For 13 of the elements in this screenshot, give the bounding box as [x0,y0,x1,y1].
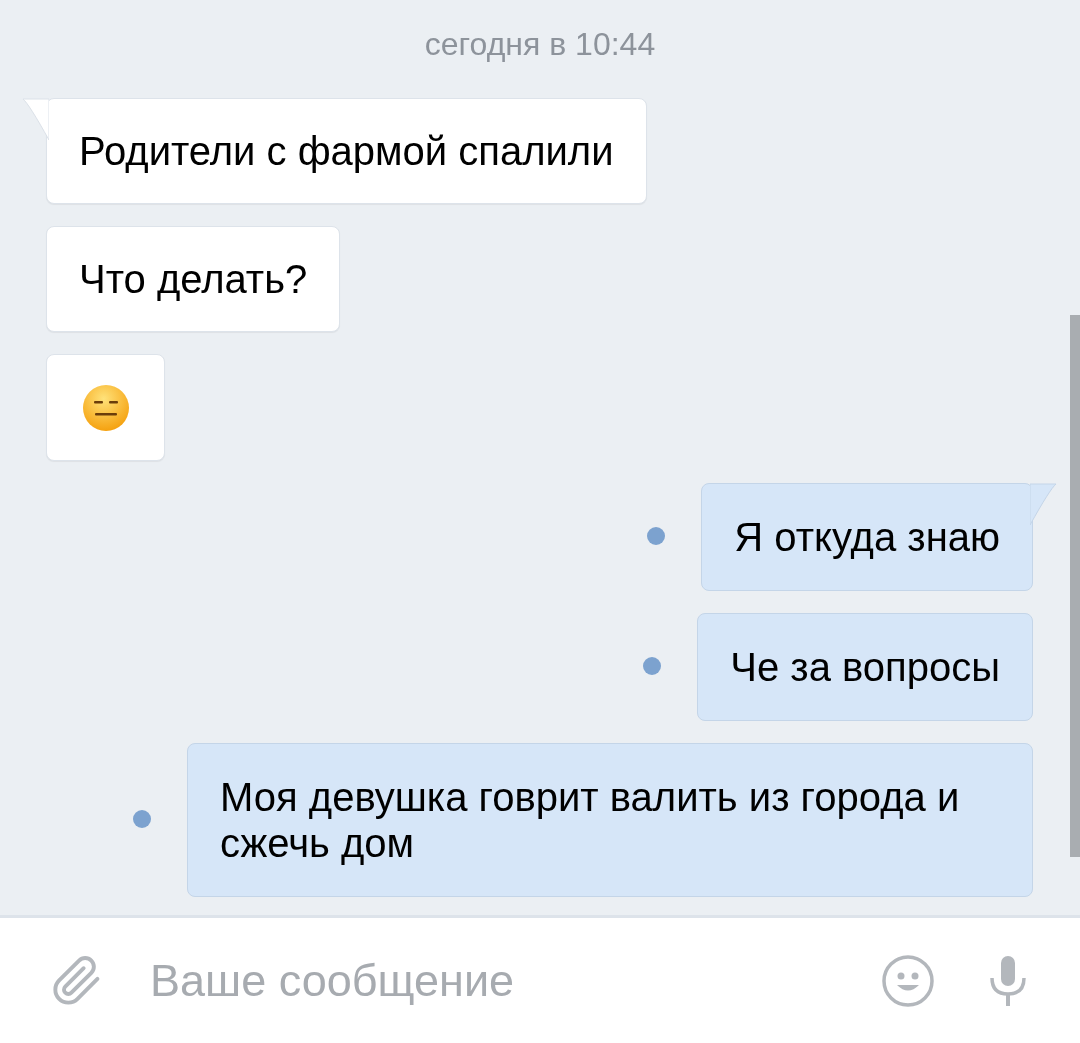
emoji-button[interactable] [880,952,936,1009]
scrollbar[interactable] [1070,315,1080,857]
message-text: Че за вопросы [730,644,1000,690]
message-text: Родители с фармой спалили [79,128,614,175]
message-composer[interactable]: Ваше сообщение [0,915,1080,1043]
microphone-icon [988,953,1028,1008]
expressionless-face-icon [81,383,130,432]
message-text: Я откуда знаю [734,514,1000,560]
date-separator: сегодня в 10:44 [424,25,656,64]
smiley-icon [881,953,935,1008]
message-input[interactable]: Ваше сообщение [150,946,880,1015]
message-text: Что делать? [79,256,308,303]
message-text: Моя девушка говрит валить из города и сжечь дом [220,774,961,866]
